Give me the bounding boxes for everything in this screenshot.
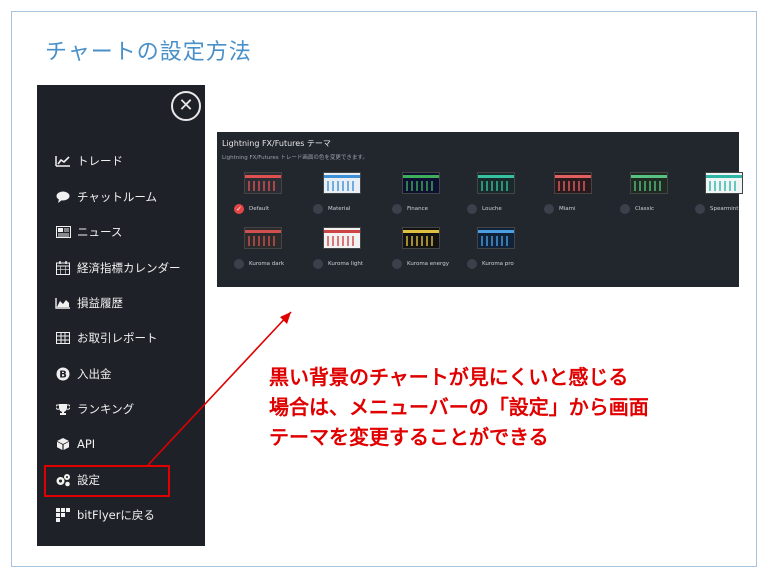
slide-title: チャートの設定方法 [45,40,252,65]
radio-checked-icon[interactable]: ✓ [234,204,244,214]
bitcoin-icon: B [55,367,71,381]
theme-label: Louche [482,206,502,212]
sidebar-item-trade-report[interactable]: お取引レポート [55,327,158,349]
theme-label: Material [328,206,351,212]
theme-label: Kuroma energy [407,261,449,267]
theme-thumbnail [630,172,668,194]
thumbnail-header-bar [403,230,439,233]
theme-thumbnail [402,227,440,249]
close-icon: ✕ [178,95,194,116]
theme-label: Finance [407,206,429,212]
theme-thumbnail [477,172,515,194]
thumbnail-header-bar [324,175,360,178]
thumbnail-header-bar [245,230,281,233]
sidebar-item-label: チャットルーム [77,190,158,204]
thumbnail-header-bar [324,230,360,233]
radio-unchecked-icon[interactable] [234,259,244,269]
thumbnail-chart [248,181,278,191]
thumbnail-chart [481,181,511,191]
theme-thumbnail [323,172,361,194]
sidebar-item-api[interactable]: API [55,433,95,455]
newspaper-icon [55,225,71,239]
radio-unchecked-icon[interactable] [695,204,705,214]
table-icon [55,331,71,345]
thumbnail-chart [634,181,664,191]
cube-icon [55,437,71,451]
theme-label: Kuroma pro [482,261,514,267]
sidebar-item-deposit-withdraw[interactable]: B 入出金 [55,363,112,385]
radio-unchecked-icon[interactable] [313,204,323,214]
theme-label: Kuroma dark [249,261,285,267]
sidebar-item-back-to-bitflyer[interactable]: bitFlyerに戻る [55,504,155,526]
thumbnail-chart [709,181,739,191]
theme-label: Classic [635,206,655,212]
radio-unchecked-icon[interactable] [313,259,323,269]
radio-unchecked-icon[interactable] [467,259,477,269]
chart-line-icon [55,154,71,168]
sidebar-item-label: bitFlyerに戻る [77,508,155,522]
sidebar-item-label: トレード [77,154,123,168]
sidebar-item-label: 損益履歴 [77,296,123,310]
theme-thumbnail [244,227,282,249]
theme-thumbnail [554,172,592,194]
sidebar-item-label: ランキング [77,402,135,416]
sidebar-item-label: API [77,437,96,451]
panel-title: Lightning FX/Futures テーマ [222,139,331,148]
theme-label: Spearmint [710,206,739,212]
panel-subtitle: Lightning FX/Futures トレード画面の色を変更できます。 [222,155,368,161]
thumbnail-chart [406,236,436,246]
theme-thumbnail [323,227,361,249]
sidebar-item-label: ニュース [77,225,123,239]
radio-unchecked-icon[interactable] [544,204,554,214]
annotation-line: 場合は、メニューバーの「設定」から画面 [269,395,649,419]
sidebar-item-trade[interactable]: トレード [55,150,123,172]
radio-unchecked-icon[interactable] [620,204,630,214]
thumbnail-header-bar [555,175,591,178]
thumbnail-header-bar [403,175,439,178]
theme-label: Miami [559,206,576,212]
theme-thumbnail [477,227,515,249]
sidebar-item-label: お取引レポート [77,331,158,345]
radio-unchecked-icon[interactable] [392,259,402,269]
theme-label: Default [249,206,270,212]
chat-bubble-icon [55,190,71,204]
calendar-icon [55,261,71,275]
thumbnail-header-bar [478,230,514,233]
thumbnail-header-bar [245,175,281,178]
theme-panel: Lightning FX/Futures テーマ Lightning FX/Fu… [217,132,743,287]
thumbnail-chart [406,181,436,191]
thumbnail-chart [558,181,588,191]
thumbnail-chart [327,181,357,191]
svg-text:B: B [59,370,67,381]
sidebar-item-economic-calendar[interactable]: 経済指標カレンダー [55,257,181,279]
sidebar-item-pnl-history[interactable]: 損益履歴 [55,292,123,314]
radio-unchecked-icon[interactable] [392,204,402,214]
thumbnail-chart [248,236,278,246]
area-chart-icon [55,296,71,310]
thumbnail-chart [327,236,357,246]
annotation-line: 黒い背景のチャートが見にくいと感じる [269,365,629,389]
theme-label: Kuroma light [328,261,363,267]
thumbnail-header-bar [631,175,667,178]
theme-thumbnail [402,172,440,194]
theme-thumbnail [705,172,743,194]
annotation-text: 黒い背景のチャートが見にくいと感じる 場合は、メニューバーの「設定」から画面 テ… [269,362,649,452]
settings-highlight-box [44,465,170,497]
sidebar-item-chatroom[interactable]: チャットルーム [55,186,157,208]
theme-thumbnail [244,172,282,194]
sidebar-item-news[interactable]: ニュース [55,221,122,243]
trophy-icon [55,402,71,416]
thumbnail-header-bar [478,175,514,178]
thumbnail-chart [481,236,511,246]
sidebar-item-label: 入出金 [77,367,112,381]
radio-unchecked-icon[interactable] [467,204,477,214]
close-button[interactable]: ✕ [171,91,201,121]
annotation-line: テーマを変更することができる [269,425,549,449]
sidebar-item-label: 経済指標カレンダー [77,261,181,275]
thumbnail-header-bar [706,175,742,178]
sidebar-item-ranking[interactable]: ランキング [55,398,134,420]
bitflyer-logo-icon [55,508,71,522]
